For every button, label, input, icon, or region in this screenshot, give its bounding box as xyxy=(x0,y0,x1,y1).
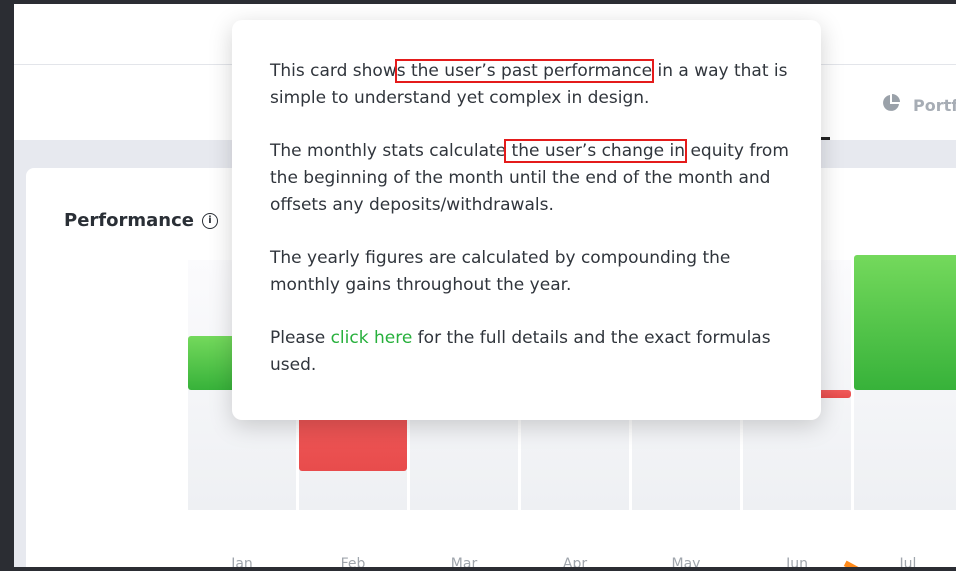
x-tick-mar: Mar xyxy=(450,556,478,567)
click-here-link[interactable]: click here xyxy=(331,328,413,348)
performance-title-text: Performance xyxy=(64,210,194,231)
info-icon[interactable]: i xyxy=(201,212,218,229)
tooltip-paragraph-3: The yearly figures are calculated by com… xyxy=(270,248,731,295)
tab-portfolio-label: Portf xyxy=(913,95,956,115)
tooltip-paragraph-2: The monthly stats calculate the user’s c… xyxy=(270,138,790,219)
x-tick-jul: Jul xyxy=(899,556,917,567)
bar-jul[interactable] xyxy=(854,255,956,390)
tooltip-p1-text: This card show xyxy=(270,61,397,81)
x-tick-apr: Apr xyxy=(562,556,588,567)
x-tick-may: May xyxy=(671,556,701,567)
pie-chart-icon xyxy=(881,93,901,117)
tooltip-p2-highlight: the user’s change in xyxy=(504,139,688,163)
tooltip-paragraph-1: This card shows the user’s past performa… xyxy=(270,58,790,112)
performance-info-tooltip: This card shows the user’s past performa… xyxy=(232,20,821,420)
tooltip-paragraph-4: Please click here for the full details a… xyxy=(270,325,790,379)
x-tick-feb: Feb xyxy=(340,556,366,567)
tooltip-p1-highlight: s the user’s past performance xyxy=(394,59,655,83)
tooltip-body: This card shows the user’s past performa… xyxy=(270,58,790,405)
x-tick-jan: Jan xyxy=(231,556,253,567)
performance-title: Performance i xyxy=(64,210,218,231)
tab-portfolio[interactable]: Portf xyxy=(881,93,956,117)
tooltip-p2-text: The monthly stats calculate xyxy=(270,141,507,161)
x-tick-jun: Jun xyxy=(786,556,808,567)
tooltip-p4-text: Please xyxy=(270,328,331,348)
